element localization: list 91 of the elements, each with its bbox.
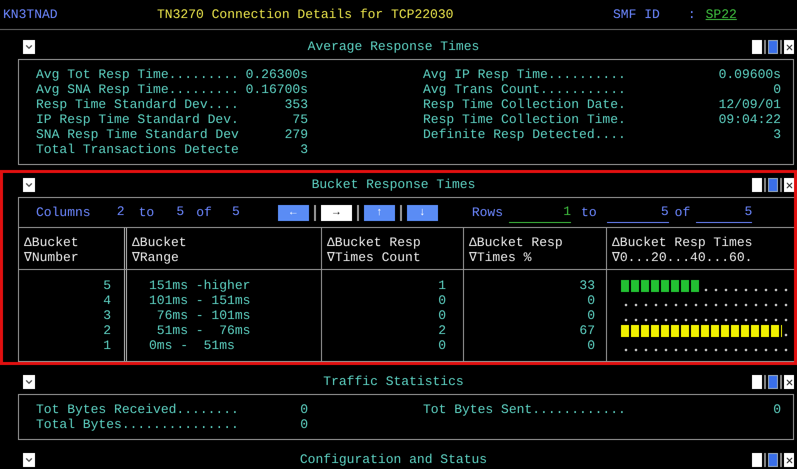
range-label: Rows: [472, 204, 504, 222]
stat-label: Total Transactions Detecte: [36, 142, 239, 157]
close-icon: [784, 42, 794, 52]
stat-label: Definite Resp Detected....: [423, 127, 626, 142]
column-header[interactable]: ΔBucket ∇Range: [132, 235, 316, 265]
table-cell-text: 2: [437, 323, 447, 338]
table-cell-text: 76ms - 101ms: [156, 308, 250, 323]
range-total-field[interactable]: 5: [224, 202, 240, 223]
table-cell-text: 0: [437, 293, 447, 308]
panel-title: Bucket Response Times: [310, 176, 476, 194]
chevron-down-icon: [24, 42, 34, 52]
system-id: KN3TNAD: [3, 6, 59, 24]
stat-label: Resp Time Collection Date.: [423, 97, 626, 112]
close-button[interactable]: [784, 40, 794, 54]
range-label: Columns: [36, 204, 91, 222]
chevron-down-icon: [24, 180, 34, 190]
stat-label: Resp Time Collection Time.: [423, 112, 626, 127]
scroll-button[interactable]: →: [320, 204, 352, 220]
column-header[interactable]: ΔBucket Resp ∇Times %: [469, 235, 601, 265]
table-cell-text: 67: [578, 323, 596, 338]
range-to-field[interactable]: 5: [606, 202, 669, 223]
chevron-down-icon: [24, 377, 34, 387]
stat-value: 0.26300s: [246, 67, 308, 82]
range-to-word: to: [581, 204, 597, 222]
stat-value: 09:04:22: [718, 112, 781, 127]
close-button[interactable]: [784, 453, 794, 467]
separator: :: [688, 6, 696, 24]
stat-label: Avg Trans Count...........: [423, 82, 626, 97]
collapse-button[interactable]: [23, 40, 35, 54]
range-total-field[interactable]: 5: [696, 202, 752, 223]
table-cell-text: 1: [437, 278, 447, 293]
table-cell-text: 3: [102, 308, 112, 323]
stat-label: Total Bytes...............: [36, 417, 239, 432]
table-cell-text: 4: [102, 293, 112, 308]
stat-label: Avg Tot Resp Time.........: [36, 67, 239, 82]
stat-value: 0: [300, 417, 308, 432]
table-cell-text: 0: [586, 308, 596, 323]
stat-value: 0.16700s: [246, 82, 308, 97]
table-cell-text: 0: [586, 338, 596, 353]
smf-id-field[interactable]: SP22: [706, 4, 766, 24]
range-to-word: to: [138, 204, 154, 222]
stat-value: 353: [284, 97, 308, 112]
table-cell: 151ms -higher: [149, 278, 250, 293]
range-from-field[interactable]: 1: [509, 202, 572, 223]
close-icon: [784, 456, 794, 464]
range-of-word: of: [196, 204, 212, 222]
table-cell: 0ms - 51ms: [149, 338, 235, 353]
stat-label: Avg SNA Resp Time.........: [36, 82, 239, 97]
stat-value: 75: [292, 112, 308, 127]
stat-value: 279: [284, 127, 308, 142]
stat-value: 12/09/01: [718, 97, 781, 112]
stat-label: Tot Bytes Sent............: [423, 402, 626, 417]
stat-label: IP Resp Time Standard Dev.: [36, 112, 239, 127]
close-icon: [784, 378, 794, 386]
stat-label: Tot Bytes Received........: [36, 402, 239, 417]
column-header[interactable]: ΔBucket ∇Number: [24, 235, 119, 265]
range-of-word: of: [674, 204, 690, 222]
table-cell-text: 51ms - 76ms: [156, 323, 250, 338]
table-cell-text: 0: [437, 308, 447, 323]
screen-title: TN3270 Connection Details for TCP22030: [157, 6, 454, 24]
range-from-field[interactable]: 2: [108, 202, 125, 223]
collapse-button[interactable]: [23, 375, 35, 389]
table-cell-text: 2: [102, 323, 112, 338]
collapse-button[interactable]: [23, 453, 35, 467]
stat-label: SNA Resp Time Standard Dev: [36, 127, 239, 142]
table-cell-text: 5: [102, 278, 112, 293]
chevron-down-icon: [24, 455, 34, 465]
column-header[interactable]: ΔBucket Resp Times ∇0...20...40...60.: [612, 235, 789, 265]
table-cell-text: 0: [437, 338, 447, 353]
panel-title: Configuration and Status: [298, 451, 488, 469]
close-button[interactable]: [784, 375, 794, 389]
stat-value: 0: [773, 402, 781, 417]
close-icon: [784, 180, 794, 190]
stat-value: 0: [773, 82, 781, 97]
stat-value: 0: [300, 402, 308, 417]
stat-label: Resp Time Standard Dev....: [36, 97, 239, 112]
stat-label: Avg IP Resp Time..........: [423, 67, 626, 82]
table-cell-text: 0: [586, 293, 596, 308]
smf-label: SMF ID: [613, 6, 660, 24]
stat-value: 3: [300, 142, 308, 157]
collapse-button[interactable]: [23, 178, 35, 192]
stat-value: 0.09600s: [718, 67, 781, 82]
column-header[interactable]: ΔBucket Resp ∇Times Count: [327, 235, 458, 265]
stat-value: 3: [773, 127, 781, 142]
range-to-field[interactable]: 5: [168, 202, 184, 223]
panel-title: Average Response Times: [306, 38, 480, 56]
table-cell-text: 1: [102, 338, 112, 353]
table-cell: 101ms - 151ms: [149, 293, 250, 308]
close-button[interactable]: [784, 178, 794, 192]
panel-title: Traffic Statistics: [322, 373, 465, 392]
table-cell-text: 33: [578, 278, 596, 293]
